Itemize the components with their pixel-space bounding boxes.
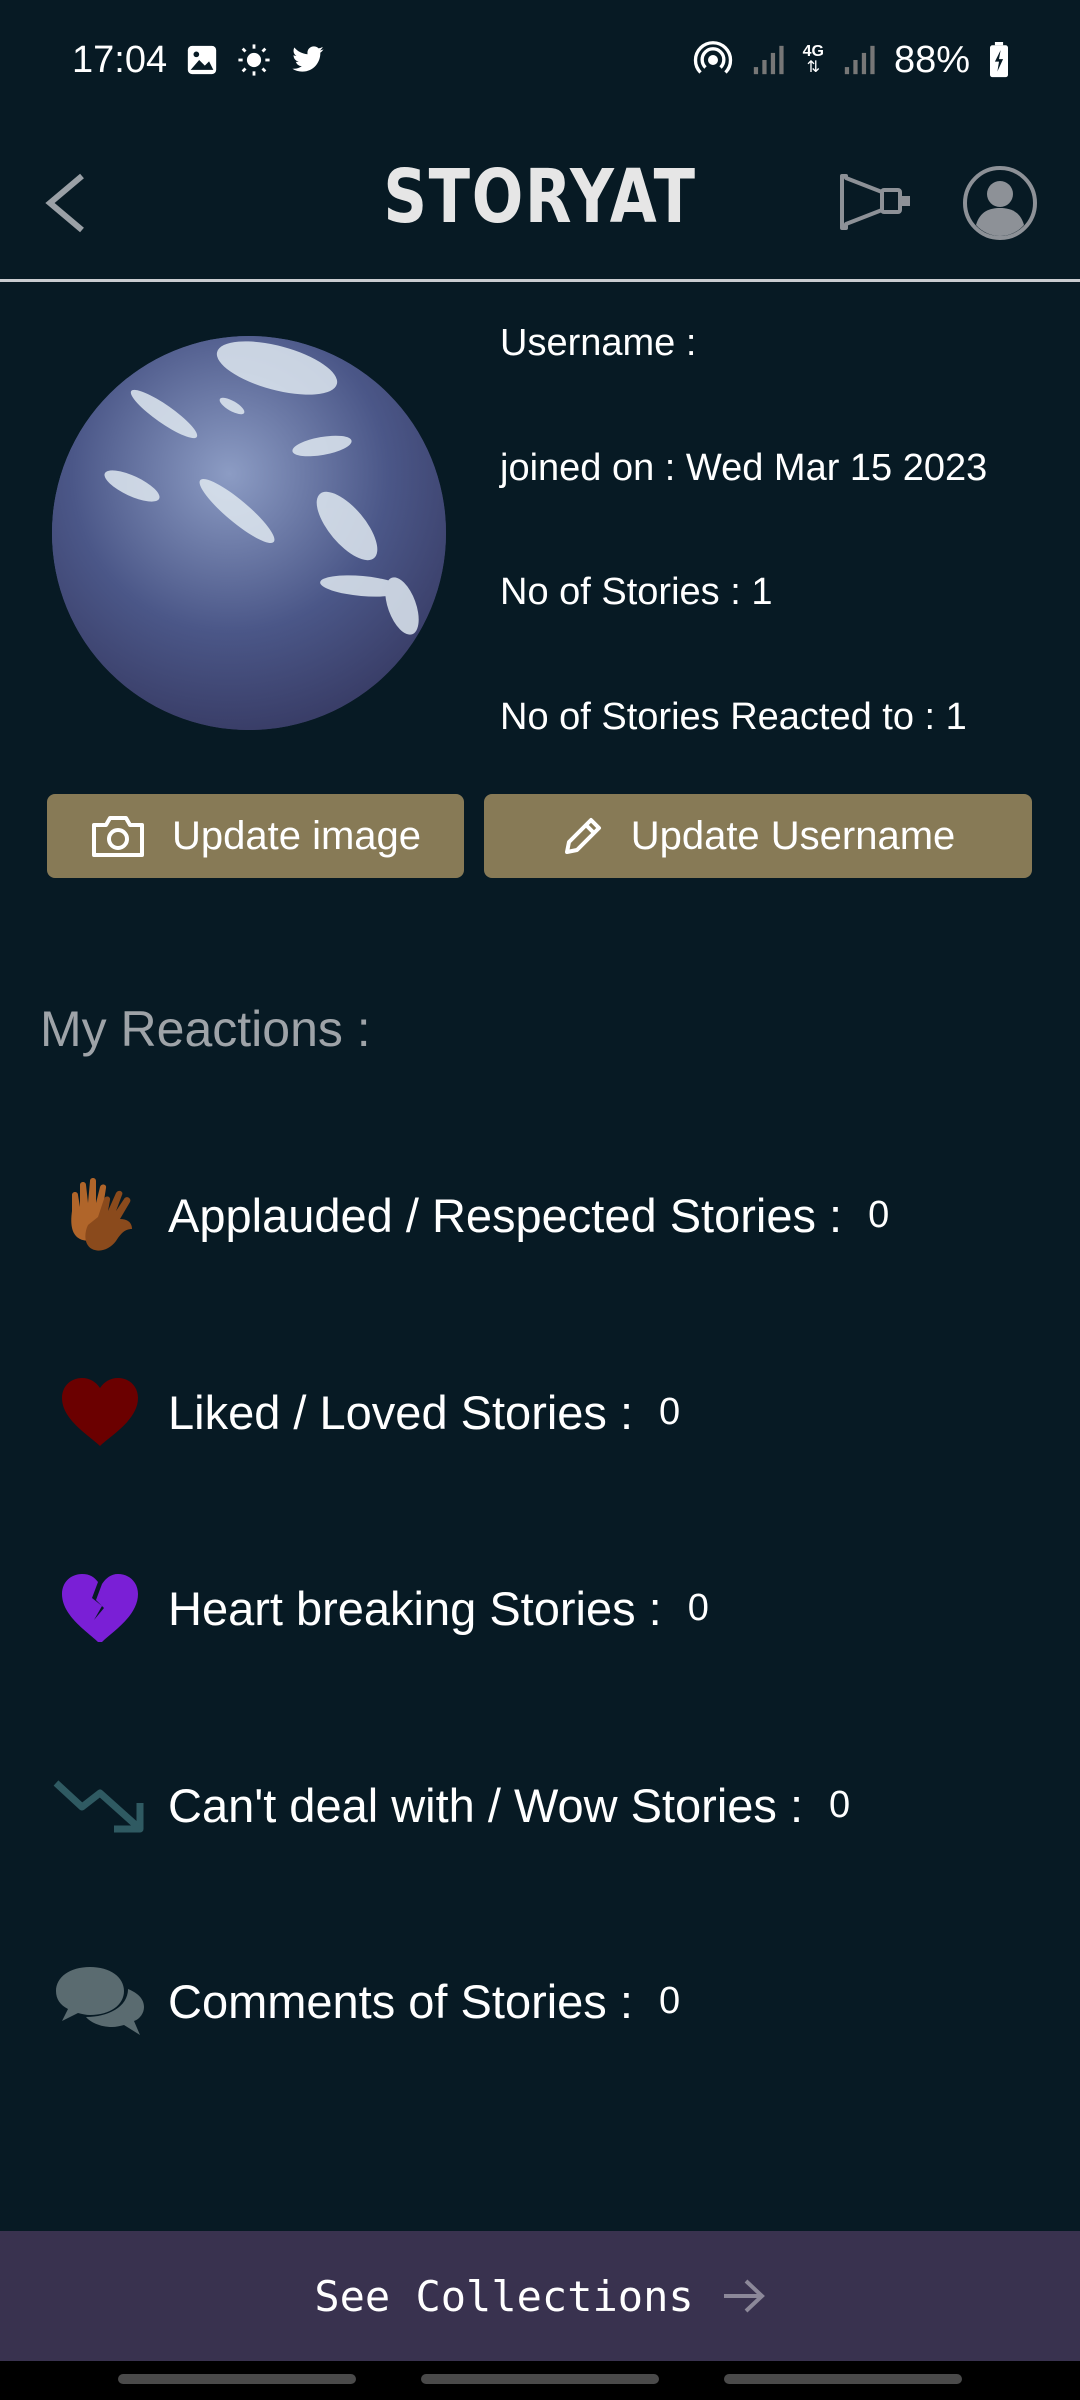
broken-heart-icon xyxy=(52,1560,148,1656)
stories-count: No of Stories : 1 xyxy=(500,571,773,613)
back-button[interactable] xyxy=(38,168,98,238)
clapping-hands-icon xyxy=(52,1167,148,1263)
status-bar: 17:04 4G ⇅ 88% xyxy=(0,0,1080,120)
fish-pattern-image xyxy=(52,336,446,730)
battery-percent: 88% xyxy=(893,38,970,81)
update-image-label: Update image xyxy=(171,813,422,858)
camera-icon xyxy=(91,816,144,857)
megaphone-icon xyxy=(840,174,910,230)
battery-charging-icon xyxy=(988,42,1010,78)
reacted-count: No of Stories Reacted to : 1 xyxy=(500,696,967,738)
signal-icon-2 xyxy=(842,43,876,77)
reactions-title: My Reactions : xyxy=(40,1001,371,1057)
profile-image xyxy=(52,336,446,730)
data-arrows-icon: ⇅ xyxy=(806,59,820,76)
twitter-icon xyxy=(289,43,327,77)
hotspot-icon xyxy=(693,40,733,80)
heart-icon xyxy=(52,1364,148,1460)
nav-back-handle[interactable] xyxy=(724,2374,962,2384)
reaction-item-liked[interactable]: Liked / Loved Stories : 0 xyxy=(52,1362,680,1462)
reaction-label: Comments of Stories : xyxy=(168,1974,633,2028)
network-type-icon: 4G ⇅ xyxy=(803,44,824,76)
username-label: Username : xyxy=(500,322,697,364)
status-time: 17:04 xyxy=(72,38,168,81)
chevron-left-icon xyxy=(45,173,84,233)
nav-recents-handle[interactable] xyxy=(118,2374,356,2384)
comments-icon xyxy=(52,1953,148,2049)
reaction-item-comments[interactable]: Comments of Stories : 0 xyxy=(52,1951,680,2051)
signal-icon xyxy=(751,43,785,77)
update-username-button[interactable]: Update Username xyxy=(484,794,1032,878)
user-avatar-icon xyxy=(963,166,1037,240)
gallery-icon xyxy=(185,43,219,77)
status-bar-left: 17:04 xyxy=(72,39,327,82)
reaction-count: 0 xyxy=(658,1979,681,2022)
reaction-count: 0 xyxy=(687,1586,709,1629)
brightness-icon xyxy=(237,43,271,77)
reaction-item-heartbreaking[interactable]: Heart breaking Stories : 0 xyxy=(52,1558,709,1658)
network-type-label: 4G xyxy=(802,43,824,60)
arrow-right-icon xyxy=(723,2279,765,2313)
see-collections-button[interactable]: See Collections xyxy=(0,2231,1080,2361)
reaction-item-wow[interactable]: Can't deal with / Wow Stories : 0 xyxy=(52,1755,850,1855)
trending-down-icon xyxy=(52,1757,148,1853)
see-collections-label: See Collections xyxy=(314,2271,694,2321)
reaction-label: Heart breaking Stories : xyxy=(168,1581,662,1635)
reaction-count: 0 xyxy=(659,1390,681,1433)
reaction-label: Liked / Loved Stories : xyxy=(168,1385,634,1439)
reaction-label: Applauded / Respected Stories : xyxy=(168,1188,843,1242)
reaction-label: Can't deal with / Wow Stories : xyxy=(168,1778,804,1832)
pencil-icon xyxy=(564,818,601,854)
reaction-item-applauded[interactable]: Applauded / Respected Stories : 0 xyxy=(52,1165,889,1265)
update-image-button[interactable]: Update image xyxy=(47,794,464,878)
nav-home-handle[interactable] xyxy=(421,2374,659,2384)
reaction-count: 0 xyxy=(868,1193,890,1236)
app-header: STORYAT xyxy=(0,120,1080,282)
update-username-label: Update Username xyxy=(630,813,956,858)
joined-date: joined on : Wed Mar 15 2023 xyxy=(500,447,988,489)
reaction-count: 0 xyxy=(829,1783,851,1826)
profile-button[interactable] xyxy=(962,165,1038,241)
system-nav-bar xyxy=(0,2361,1080,2400)
announcement-button[interactable] xyxy=(836,162,916,242)
status-bar-right: 4G ⇅ 88% xyxy=(693,39,1010,82)
